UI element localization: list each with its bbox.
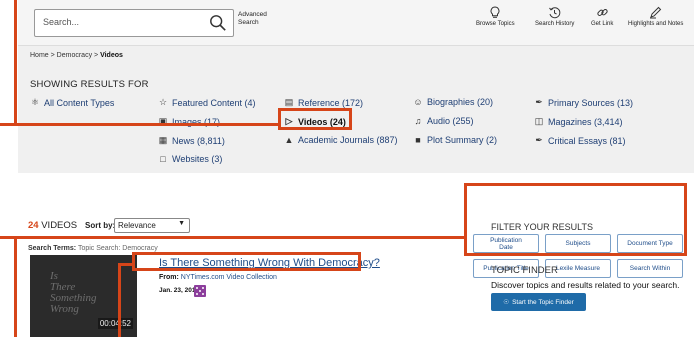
news-icon: ▦ <box>158 135 168 145</box>
content-type-label: Websites (3) <box>172 154 223 164</box>
topic-finder-title: TOPIC FINDER <box>491 265 558 276</box>
content-type-news[interactable]: ▦ News (8,811) <box>158 135 225 146</box>
sort-by-label: Sort by: <box>85 221 116 230</box>
search-icon[interactable] <box>209 14 227 32</box>
content-type-critical-essays[interactable]: ✒ Critical Essays (81) <box>534 135 626 146</box>
graduation-cap-icon: ▲ <box>284 135 294 145</box>
content-type-label: Academic Journals (887) <box>298 135 398 145</box>
content-type-label: Featured Content (4) <box>172 97 256 108</box>
content-type-magazines[interactable]: ◫ Magazines (3,414) <box>534 116 623 127</box>
content-type-biographies[interactable]: ☺ Biographies (20) <box>413 97 493 107</box>
results-panel: Home > Democracy > Videos SHOWING RESULT… <box>18 46 694 173</box>
content-type-label: Primary Sources (13) <box>548 97 634 108</box>
thumbnail-title-text: Is There Something Wrong <box>50 270 97 315</box>
globe-icon: ⚛ <box>30 97 40 107</box>
search-input[interactable]: Search... <box>34 9 234 37</box>
annotation-highlight-filter <box>464 183 687 256</box>
chevron-down-icon: ▼ <box>178 220 185 227</box>
advanced-search-link[interactable]: Advanced Search <box>238 11 278 27</box>
video-media-icon <box>194 285 206 297</box>
content-type-reference[interactable]: ▤ Reference (172) <box>284 97 363 108</box>
pen-icon <box>650 6 662 19</box>
annotation-highlight-title <box>132 252 361 271</box>
breadcrumb-separator: > <box>48 52 57 59</box>
history-icon <box>549 7 561 19</box>
content-type-label: Biographies (20) <box>427 97 494 107</box>
search-terms: Search Terms: Topic Search: Democracy <box>28 245 158 252</box>
content-type-label: Audio (255) <box>427 116 474 126</box>
content-type-label: Critical Essays (81) <box>548 135 626 146</box>
content-type-featured[interactable]: ☆ Featured Content (4) <box>158 97 256 108</box>
topic-finder-icon: ☉ <box>503 299 510 306</box>
results-count-number: 24 <box>28 220 39 231</box>
quill-icon: ✒ <box>535 97 543 107</box>
from-label: From: <box>159 274 179 281</box>
content-type-academic-journals[interactable]: ▲ Academic Journals (887) <box>284 135 398 145</box>
content-type-audio[interactable]: ♫ Audio (255) <box>413 116 474 126</box>
audio-icon: ♫ <box>414 116 422 126</box>
content-type-label: Magazines (3,414) <box>548 116 623 127</box>
content-type-label: Plot Summary (2) <box>427 135 498 145</box>
content-type-all[interactable]: ⚛ All Content Types <box>30 97 114 108</box>
breadcrumb: Home > Democracy > Videos <box>30 52 123 59</box>
topic-finder-description: Discover topics and results related to y… <box>491 280 680 290</box>
breadcrumb-current: Videos <box>100 52 123 59</box>
person-icon: ☺ <box>413 97 423 107</box>
breadcrumb-separator: > <box>92 52 101 59</box>
search-history-label: Search History <box>535 21 575 27</box>
annotation-line <box>14 0 17 126</box>
quill-icon: ✒ <box>535 135 543 145</box>
sort-select[interactable]: Relevance ▼ <box>114 218 190 233</box>
browse-topics-button[interactable]: Browse Topics <box>476 6 515 27</box>
video-duration: 00:04:52 <box>97 318 133 329</box>
start-topic-finder-label: Start the Topic Finder <box>512 298 574 306</box>
highlights-notes-button[interactable]: Highlights and Notes <box>628 6 683 27</box>
breadcrumb-home[interactable]: Home <box>30 52 49 59</box>
annotation-line <box>14 236 17 337</box>
content-type-websites[interactable]: □ Websites (3) <box>158 154 222 164</box>
highlights-notes-label: Highlights and Notes <box>628 21 684 27</box>
annotation-line <box>118 263 121 337</box>
video-source-link[interactable]: NYTimes.com Video Collection <box>181 274 277 281</box>
results-count-label: VIDEOS <box>38 220 78 231</box>
annotation-line <box>0 123 280 126</box>
link-icon <box>597 9 608 16</box>
content-type-label: Reference (172) <box>298 97 364 108</box>
reference-icon: ▤ <box>284 97 294 107</box>
sort-select-value: Relevance <box>118 221 156 230</box>
annotation-highlight-videos <box>278 108 352 130</box>
filter-search-within-button[interactable]: Search Within <box>617 259 683 278</box>
search-terms-value: Topic Search: Democracy <box>77 245 158 252</box>
get-link-label: Get Link <box>591 21 614 27</box>
window-icon: □ <box>160 154 166 164</box>
video-source: From: NYTimes.com Video Collection <box>159 274 277 281</box>
top-toolbar: Search... Advanced Search Browse Topics … <box>18 0 694 46</box>
lightbulb-icon <box>490 6 500 18</box>
start-topic-finder-button[interactable]: ☉ Start the Topic Finder <box>491 293 586 311</box>
results-count: 24 VIDEOS <box>28 220 77 231</box>
showing-results-heading: SHOWING RESULTS FOR <box>30 79 149 90</box>
content-type-label: News (8,811) <box>172 135 225 146</box>
document-icon: ■ <box>415 135 421 145</box>
content-type-primary-sources[interactable]: ✒ Primary Sources (13) <box>534 97 633 108</box>
breadcrumb-democracy[interactable]: Democracy <box>57 52 92 59</box>
search-history-button[interactable]: Search History <box>535 6 574 27</box>
annotation-line <box>0 236 466 239</box>
content-type-plot-summary[interactable]: ■ Plot Summary (2) <box>413 135 497 145</box>
get-link-button[interactable]: Get Link <box>591 6 613 27</box>
search-terms-label: Search Terms: <box>28 245 77 252</box>
search-placeholder: Search... <box>43 17 80 27</box>
browse-topics-label: Browse Topics <box>476 21 515 27</box>
star-icon: ☆ <box>158 97 168 107</box>
annotation-line <box>118 263 134 266</box>
magazine-icon: ◫ <box>534 116 544 126</box>
content-type-label: All Content Types <box>44 97 115 108</box>
